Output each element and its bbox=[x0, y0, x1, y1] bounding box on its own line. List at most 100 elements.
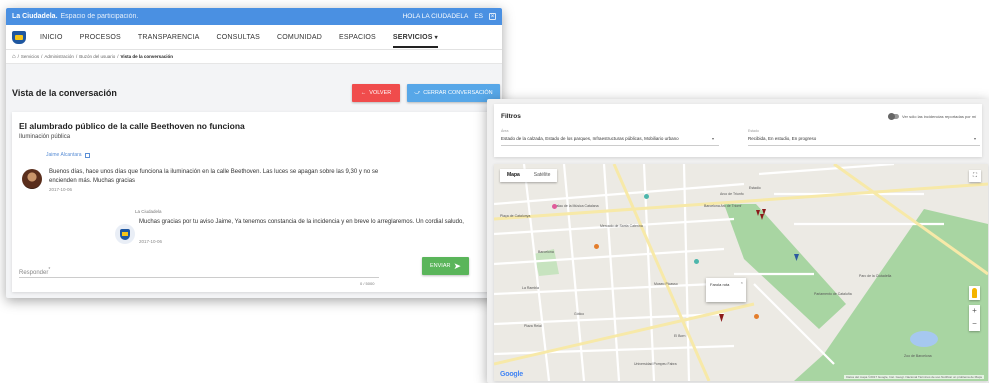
popup-text: Farola rota bbox=[710, 282, 730, 287]
user-greeting[interactable]: HOLA LA CIUDADELA bbox=[403, 13, 469, 20]
page-header: Vista de la conversación ← VOLVER ⤻ CERR… bbox=[6, 78, 502, 108]
map-label: Estadio bbox=[749, 186, 761, 190]
my-reports-toggle[interactable] bbox=[888, 113, 899, 120]
street-view-pegman-icon[interactable] bbox=[969, 286, 980, 300]
map-label: Arco de Triunfo bbox=[720, 192, 744, 196]
map-label: Universidad Pompeu Fabra bbox=[634, 362, 677, 366]
back-button[interactable]: ← VOLVER bbox=[352, 84, 400, 102]
breadcrumb: ⌂ / Servicios / Administración / Buzón d… bbox=[6, 50, 502, 64]
send-icon: ➤ bbox=[453, 260, 462, 271]
conversation-window: La Ciudadela. Espacio de participación. … bbox=[6, 8, 502, 298]
top-bar: La Ciudadela. Espacio de participación. … bbox=[6, 8, 502, 25]
message-text: Buenos días, hace unos días que funciona… bbox=[49, 169, 379, 184]
reply-author: La Ciudadela bbox=[135, 209, 162, 214]
avatar bbox=[22, 169, 42, 189]
map-label: Parlamento de Cataluña bbox=[814, 292, 852, 296]
main-nav: INICIO PROCESOS TRANSPARENCIA CONSULTAS … bbox=[6, 25, 502, 50]
conversation-title: El alumbrado público de la calle Beethov… bbox=[19, 121, 245, 131]
breadcrumb-administracion[interactable]: Administración bbox=[44, 54, 74, 59]
incidents-map[interactable]: Arco de Triunfo Barcelona Arc de Triomf … bbox=[494, 164, 988, 381]
marker-popup: Farola rota × bbox=[706, 278, 746, 302]
map-label: Palau de la Música Catalana bbox=[554, 204, 599, 208]
chevron-down-icon: ▾ bbox=[434, 34, 438, 41]
my-reports-toggle-label: Ver sólo las incidencias reportadas por … bbox=[902, 114, 977, 119]
map-label: La Rambla bbox=[522, 286, 539, 290]
poi-marker[interactable] bbox=[644, 194, 649, 199]
link-icon: ⤻ bbox=[414, 89, 421, 96]
map-label: Mercado de Santa Caterina bbox=[600, 224, 643, 228]
character-counter: 0 / 5000 bbox=[360, 281, 375, 286]
close-icon[interactable]: × bbox=[741, 280, 743, 285]
breadcrumb-servicios[interactable]: Servicios bbox=[21, 54, 39, 59]
park-area bbox=[724, 204, 846, 329]
map-label: Zoo de Barcelona bbox=[904, 354, 932, 358]
language-selector[interactable]: ES bbox=[474, 13, 483, 20]
city-logo-icon bbox=[120, 228, 130, 240]
state-filter-underline bbox=[748, 145, 980, 146]
map-canvas[interactable] bbox=[494, 164, 988, 381]
logout-icon[interactable]: × bbox=[489, 13, 496, 20]
close-conversation-label: CERRAR CONVERSACIÓN bbox=[423, 90, 493, 96]
map-label: Plaza Reial bbox=[524, 324, 542, 328]
zoom-out-button[interactable]: − bbox=[969, 318, 980, 331]
nav-inicio[interactable]: INICIO bbox=[40, 34, 63, 41]
reply-field-label: Responder* bbox=[19, 267, 51, 276]
tab-map[interactable]: Mapa bbox=[500, 169, 527, 182]
city-logo-icon[interactable] bbox=[12, 30, 26, 44]
home-icon[interactable]: ⌂ bbox=[12, 54, 16, 60]
nav-consultas[interactable]: CONSULTAS bbox=[216, 34, 260, 41]
map-label: Parc de la Ciutadella bbox=[859, 274, 892, 278]
nav-transparencia[interactable]: TRANSPARENCIA bbox=[138, 34, 200, 41]
organization-avatar bbox=[115, 224, 135, 244]
reply-date: 2017-10-06 bbox=[139, 239, 163, 244]
reply-text: Muchas gracias por tu aviso Jaime, Ya te… bbox=[139, 219, 464, 225]
send-button[interactable]: ENVIAR ➤ bbox=[422, 257, 469, 275]
area-filter-underline bbox=[501, 145, 719, 146]
reply-field-label-text: Responder bbox=[19, 270, 49, 276]
message-date: 2017-10-06 bbox=[49, 187, 73, 192]
map-label: Barcelona bbox=[538, 250, 554, 254]
incident-marker[interactable] bbox=[719, 314, 724, 322]
poi-marker[interactable] bbox=[594, 244, 599, 249]
fullscreen-icon[interactable]: ⛶ bbox=[969, 170, 981, 182]
map-label: El Born bbox=[674, 334, 686, 338]
poi-marker[interactable] bbox=[754, 314, 759, 319]
google-logo[interactable]: Google bbox=[500, 371, 523, 378]
lake bbox=[910, 331, 938, 347]
area-filter-value[interactable]: Estado de la calzada, Estado de los parq… bbox=[501, 136, 679, 141]
brand-name[interactable]: La Ciudadela. bbox=[12, 13, 58, 20]
poi-marker[interactable] bbox=[552, 204, 557, 209]
state-filter-value[interactable]: Recibida, En estudio, En progreso bbox=[748, 136, 816, 141]
poi-marker[interactable] bbox=[694, 259, 699, 264]
map-type-tabs: Mapa Satélite bbox=[500, 169, 558, 182]
nav-procesos[interactable]: PROCESOS bbox=[80, 34, 121, 41]
zoom-in-button[interactable]: + bbox=[969, 305, 980, 318]
message-author-name: Jaime Alcantara bbox=[46, 152, 82, 158]
chevron-down-icon[interactable]: ▾ bbox=[974, 136, 976, 141]
breadcrumb-current: Vista de la conversación bbox=[120, 54, 173, 59]
map-label: Barcelona Arc de Triomf bbox=[704, 204, 742, 208]
page-title: Vista de la conversación bbox=[12, 88, 117, 98]
external-link-icon bbox=[84, 152, 90, 158]
chevron-down-icon[interactable]: ▾ bbox=[712, 136, 714, 141]
nav-servicios[interactable]: SERVICIOS ▾ bbox=[392, 33, 438, 48]
reply-input[interactable] bbox=[19, 277, 379, 278]
breadcrumb-buzon[interactable]: Buzón del usuario bbox=[79, 54, 115, 59]
tab-satellite[interactable]: Satélite bbox=[527, 169, 558, 182]
nav-comunidad[interactable]: COMUNIDAD bbox=[277, 34, 322, 41]
nav-servicios-label: SERVICIOS bbox=[392, 33, 433, 41]
back-button-label: VOLVER bbox=[369, 90, 392, 96]
incidents-map-window: Filtros Ver sólo las incidencias reporta… bbox=[487, 99, 989, 383]
map-label: Gótico bbox=[574, 312, 585, 316]
message-author[interactable]: Jaime Alcantara bbox=[46, 152, 90, 158]
filters-panel: Filtros Ver sólo las incidencias reporta… bbox=[494, 104, 982, 157]
close-conversation-button[interactable]: ⤻ CERRAR CONVERSACIÓN bbox=[407, 84, 500, 102]
arrow-left-icon: ← bbox=[360, 90, 367, 96]
conversation-card: El alumbrado público de la calle Beethov… bbox=[12, 112, 496, 292]
nav-espacios[interactable]: ESPACIOS bbox=[339, 34, 376, 41]
conversation-category: Iluminación pública bbox=[19, 134, 71, 140]
map-attribution[interactable]: Datos del mapa ©2017 Google, Inst. Geogr… bbox=[844, 375, 984, 379]
filters-title: Filtros bbox=[501, 113, 521, 120]
map-label: Museo Picasso bbox=[654, 282, 678, 286]
zoom-control: + − bbox=[969, 305, 980, 331]
